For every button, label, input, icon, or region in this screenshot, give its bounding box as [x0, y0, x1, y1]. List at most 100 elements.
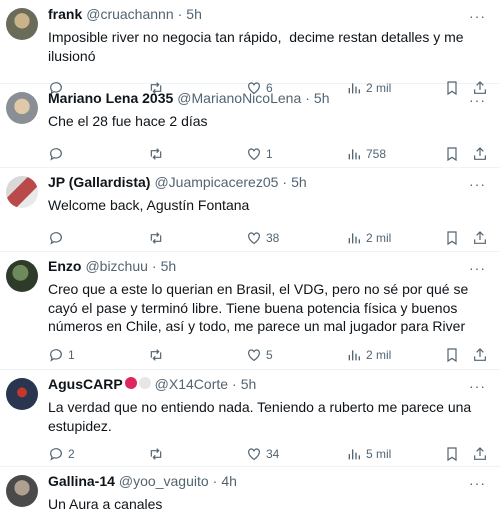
bookmark-icon — [447, 347, 457, 362]
tweet-actions: 1 758 — [48, 137, 488, 171]
tweet-actions: 2 34 5 mil — [48, 437, 488, 471]
avatar[interactable] — [6, 378, 38, 410]
reply-icon — [50, 231, 62, 245]
repost-button[interactable] — [148, 446, 168, 462]
bookmark-button[interactable] — [444, 446, 460, 462]
author-name[interactable]: AgusCARP — [48, 376, 123, 392]
share-icon — [474, 230, 486, 244]
views-icon — [348, 449, 360, 460]
views-icon — [348, 232, 360, 243]
tweet[interactable]: Mariano Lena 2035 @MarianoNicoLena · 5h … — [0, 84, 500, 168]
bookmark-button[interactable] — [444, 230, 460, 246]
like-count: 34 — [266, 447, 280, 461]
author-handle[interactable]: @MarianoNicoLena — [177, 90, 301, 106]
reply-icon — [50, 147, 62, 161]
separator-dot: · — [177, 6, 183, 22]
more-icon[interactable]: ··· — [469, 92, 486, 108]
separator-dot: · — [212, 473, 218, 489]
reply-button[interactable]: 1 — [48, 347, 75, 363]
repost-icon — [150, 348, 162, 361]
view-count: 5 mil — [366, 447, 392, 461]
like-button[interactable]: 38 — [246, 230, 279, 246]
reply-feed: frank @cruachannn · 5h ··· Imposible riv… — [0, 0, 500, 520]
like-count: 1 — [266, 146, 273, 161]
repost-button[interactable] — [148, 347, 168, 363]
views-button[interactable]: 2 mil — [346, 347, 391, 363]
avatar[interactable] — [6, 8, 38, 40]
tweet-text: Creo que a este lo querian en Brasil, el… — [48, 281, 473, 334]
tweet[interactable]: JP (Gallardista) @Juampicacerez05 · 5h ·… — [0, 168, 500, 252]
like-button[interactable]: 1 — [246, 146, 273, 162]
heart-icon — [248, 147, 260, 160]
heart-icon — [248, 348, 260, 361]
separator-dot: · — [151, 258, 157, 274]
tweet-actions: 1 5 2 mil — [48, 338, 488, 372]
views-button[interactable]: 2 mil — [346, 230, 391, 246]
author-handle[interactable]: @X14Corte — [155, 376, 228, 392]
author-name[interactable]: JP (Gallardista) — [48, 174, 150, 190]
author-name[interactable]: Gallina-14 — [48, 473, 115, 489]
more-icon[interactable]: ··· — [469, 260, 486, 276]
author-handle[interactable]: @yoo_vaguito — [119, 473, 209, 489]
reply-button[interactable]: 2 — [48, 446, 75, 462]
avatar[interactable] — [6, 475, 38, 507]
author-handle[interactable]: @cruachannn — [86, 6, 173, 22]
share-button[interactable] — [472, 446, 488, 462]
author-name[interactable]: Mariano Lena 2035 — [48, 90, 173, 106]
timestamp[interactable]: 4h — [221, 473, 237, 489]
red-circle-emoji — [124, 377, 137, 389]
share-button[interactable] — [472, 230, 488, 246]
tweet[interactable]: Enzo @bizchuu · 5h ··· Creo que a este l… — [0, 252, 500, 370]
author-handle[interactable]: @Juampicacerez05 — [154, 174, 278, 190]
repost-button[interactable] — [148, 230, 168, 246]
share-icon — [474, 146, 486, 160]
share-icon — [474, 347, 486, 361]
view-count: 2 mil — [366, 230, 392, 245]
repost-icon — [150, 448, 162, 460]
tweet-text: Che el 28 fue hace 2 días — [48, 113, 208, 129]
tweet-text: Un Aura a canales — [48, 496, 163, 512]
author-name[interactable]: Enzo — [48, 258, 81, 274]
separator-dot: · — [232, 376, 237, 392]
author-name[interactable]: frank — [48, 6, 82, 22]
more-icon[interactable]: ··· — [469, 475, 486, 491]
timestamp[interactable]: 5h — [291, 174, 307, 190]
more-icon[interactable]: ··· — [469, 8, 486, 24]
tweet[interactable]: frank @cruachannn · 5h ··· Imposible riv… — [0, 0, 500, 96]
avatar[interactable] — [6, 260, 38, 292]
heart-icon — [248, 231, 260, 244]
like-button[interactable]: 34 — [246, 446, 279, 462]
like-count: 5 — [266, 347, 273, 362]
timestamp[interactable]: 5h — [241, 376, 257, 392]
more-icon[interactable]: ··· — [469, 176, 486, 192]
share-button[interactable] — [472, 347, 488, 363]
repost-button[interactable] — [148, 146, 168, 162]
tweet-text: Imposible river no negocia tan rápido, d… — [48, 29, 468, 64]
white-circle-emoji — [138, 377, 151, 389]
views-button[interactable]: 5 mil — [346, 446, 391, 462]
reply-count: 2 — [68, 447, 75, 461]
separator-dot: · — [282, 174, 288, 190]
avatar[interactable] — [6, 176, 38, 208]
share-button[interactable] — [472, 146, 488, 162]
views-button[interactable]: 758 — [346, 146, 386, 162]
reply-button[interactable] — [48, 230, 68, 246]
timestamp[interactable]: 5h — [186, 6, 202, 22]
more-icon[interactable]: ··· — [469, 378, 486, 394]
share-icon — [474, 447, 486, 460]
like-button[interactable]: 5 — [246, 347, 273, 363]
reply-button[interactable] — [48, 146, 68, 162]
bookmark-button[interactable] — [444, 347, 460, 363]
author-handle[interactable]: @bizchuu — [85, 258, 147, 274]
timestamp[interactable]: 5h — [314, 90, 330, 106]
bookmark-icon — [447, 230, 457, 245]
tweet[interactable]: Gallina-14 @yoo_vaguito · 4h ··· Un Aura… — [0, 467, 500, 520]
avatar[interactable] — [6, 92, 38, 124]
bookmark-button[interactable] — [444, 146, 460, 162]
view-count: 2 mil — [366, 347, 392, 362]
separator-dot: · — [305, 90, 310, 106]
repost-icon — [150, 231, 162, 244]
timestamp[interactable]: 5h — [161, 258, 177, 274]
tweet[interactable]: AgusCARP @X14Corte · 5h ··· La verdad qu… — [0, 370, 500, 467]
bookmark-icon — [447, 447, 457, 462]
